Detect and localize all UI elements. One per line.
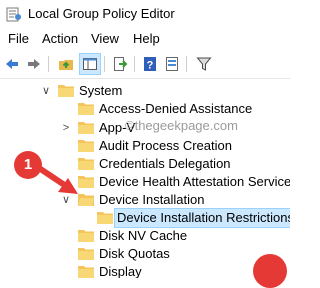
properties-button[interactable]: [162, 54, 182, 74]
folder-icon: [58, 85, 74, 97]
toolbar-separator: [134, 56, 135, 72]
folder-icon: [78, 248, 94, 260]
window-title: Local Group Policy Editor: [28, 6, 175, 21]
show-hide-tree-button[interactable]: [79, 53, 101, 75]
tree-node-label: Device Installation: [99, 192, 205, 207]
folder-icon: [78, 103, 94, 115]
tree-node-display[interactable]: Display: [0, 263, 290, 278]
chevron-right-icon[interactable]: >: [60, 121, 72, 135]
back-button[interactable]: [2, 54, 22, 74]
tree-node-device-health-attestation-service[interactable]: Device Health Attestation Service: [0, 173, 290, 191]
properties-icon: [166, 57, 178, 71]
tree-node-disk-quotas[interactable]: Disk Quotas: [0, 245, 290, 263]
tree-node-label: Access-Denied Assistance: [99, 101, 253, 116]
tree-node-label: Credentials Delegation: [99, 156, 231, 171]
folder-icon: [78, 230, 94, 242]
policy-tree: ∨ System Access-Denied Assistance > App-…: [0, 79, 290, 278]
toolbar-separator: [48, 56, 49, 72]
folder-icon: [78, 176, 94, 188]
help-icon: ?: [144, 57, 156, 72]
tree-node-label: Audit Process Creation: [99, 138, 232, 153]
menu-help[interactable]: Help: [131, 31, 162, 47]
toolbar-separator: [104, 56, 105, 72]
corner-decoration: [253, 254, 287, 288]
tree-node-disk-nv-cache[interactable]: Disk NV Cache: [0, 227, 290, 245]
tree-node-label: System: [79, 83, 123, 98]
toolbar: ?: [0, 50, 290, 79]
up-level-button[interactable]: [56, 54, 76, 74]
chevron-down-icon[interactable]: ∨: [60, 193, 72, 207]
tree-node-audit-process-creation[interactable]: Audit Process Creation: [0, 137, 290, 155]
tree-node-label: Disk Quotas: [99, 246, 170, 261]
folder-icon: [78, 140, 94, 152]
tree-node-device-installation-restrictions[interactable]: Device Installation Restrictions: [0, 208, 290, 228]
up-folder-icon: [59, 60, 73, 70]
folder-icon: [97, 212, 113, 224]
toolbar-separator: [186, 56, 187, 72]
help-button[interactable]: ?: [140, 54, 160, 74]
show-hide-tree-icon: [83, 58, 97, 70]
title-bar: Local Group Policy Editor: [0, 0, 290, 28]
tree-node-system[interactable]: ∨ System: [0, 82, 290, 100]
tree-node-device-installation[interactable]: ∨ Device Installation: [0, 191, 290, 209]
folder-icon: [78, 122, 94, 134]
filter-button[interactable]: [194, 54, 214, 74]
watermark: ©thegeekpage.com: [125, 118, 238, 133]
tree-node-label: Device Health Attestation Service: [99, 174, 290, 189]
policy-editor-icon: [6, 7, 21, 22]
folder-icon: [78, 266, 94, 278]
back-arrow-icon: [6, 59, 18, 69]
chevron-down-icon[interactable]: ∨: [40, 84, 52, 98]
folder-icon: [78, 158, 94, 170]
tree-node-access-denied-assistance[interactable]: Access-Denied Assistance: [0, 100, 290, 118]
filter-icon: [196, 57, 212, 71]
step-number-badge: 1: [14, 151, 42, 179]
menu-action[interactable]: Action: [40, 31, 80, 47]
tree-node-label: Disk NV Cache: [99, 228, 188, 243]
svg-text:?: ?: [147, 60, 154, 72]
forward-arrow-icon: [28, 59, 40, 69]
export-list-button[interactable]: [110, 54, 130, 74]
menu-bar: File Action View Help: [0, 28, 290, 50]
tree-node-credentials-delegation[interactable]: Credentials Delegation: [0, 155, 290, 173]
menu-file[interactable]: File: [6, 31, 31, 47]
forward-button[interactable]: [24, 54, 44, 74]
folder-open-icon: [78, 194, 94, 206]
menu-view[interactable]: View: [89, 31, 121, 47]
export-list-icon: [114, 57, 128, 71]
tree-node-label: Device Installation Restrictions: [113, 208, 290, 228]
tree-node-label: Display: [99, 264, 142, 278]
